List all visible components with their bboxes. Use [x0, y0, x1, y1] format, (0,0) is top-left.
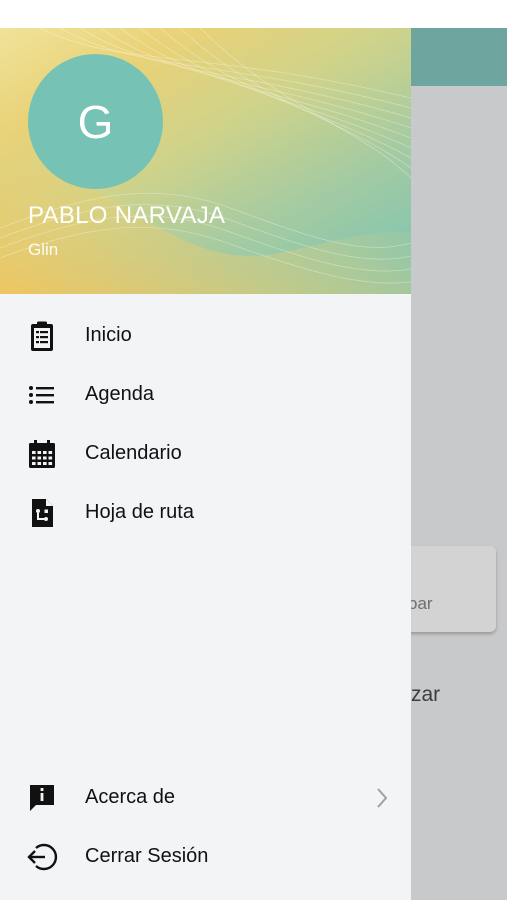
menu-item-inicio[interactable]: Inicio — [0, 308, 411, 364]
menu-item-label: Cerrar Sesión — [85, 845, 209, 867]
menu-item-label: Agenda — [85, 383, 154, 405]
user-avatar[interactable]: G — [28, 54, 163, 189]
info-message-icon — [30, 785, 54, 811]
menu-item-label: Hoja de ruta — [85, 501, 194, 523]
chevron-right-icon — [377, 788, 388, 808]
menu-item-cerrar-sesion[interactable]: Cerrar Sesión — [0, 829, 411, 885]
menu-item-calendario[interactable]: Calendario — [0, 426, 411, 482]
user-subtitle: Glin — [28, 240, 59, 259]
clipboard-icon — [31, 321, 53, 351]
menu-item-label: Inicio — [85, 324, 132, 346]
navigation-drawer: G PABLO NARVAJA Glin Inicio Agenda Calen… — [0, 28, 411, 900]
menu-item-label: Calendario — [85, 442, 182, 464]
menu-item-label: Acerca de — [85, 786, 176, 808]
calendar-icon — [29, 440, 55, 468]
background-card-text: oar — [408, 594, 433, 613]
avatar-initial: G — [77, 95, 114, 148]
menu-item-agenda[interactable]: Agenda — [0, 367, 411, 423]
user-name: PABLO NARVAJA — [28, 202, 226, 229]
status-bar — [0, 0, 507, 28]
logout-icon — [27, 843, 58, 871]
background-partial-text: zar — [411, 683, 441, 706]
menu-item-hoja-de-ruta[interactable]: Hoja de ruta — [0, 485, 411, 541]
list-icon — [29, 386, 54, 404]
document-icon — [32, 499, 53, 527]
menu-item-acerca-de[interactable]: Acerca de — [0, 770, 411, 826]
drawer-header: G PABLO NARVAJA Glin — [0, 28, 411, 294]
